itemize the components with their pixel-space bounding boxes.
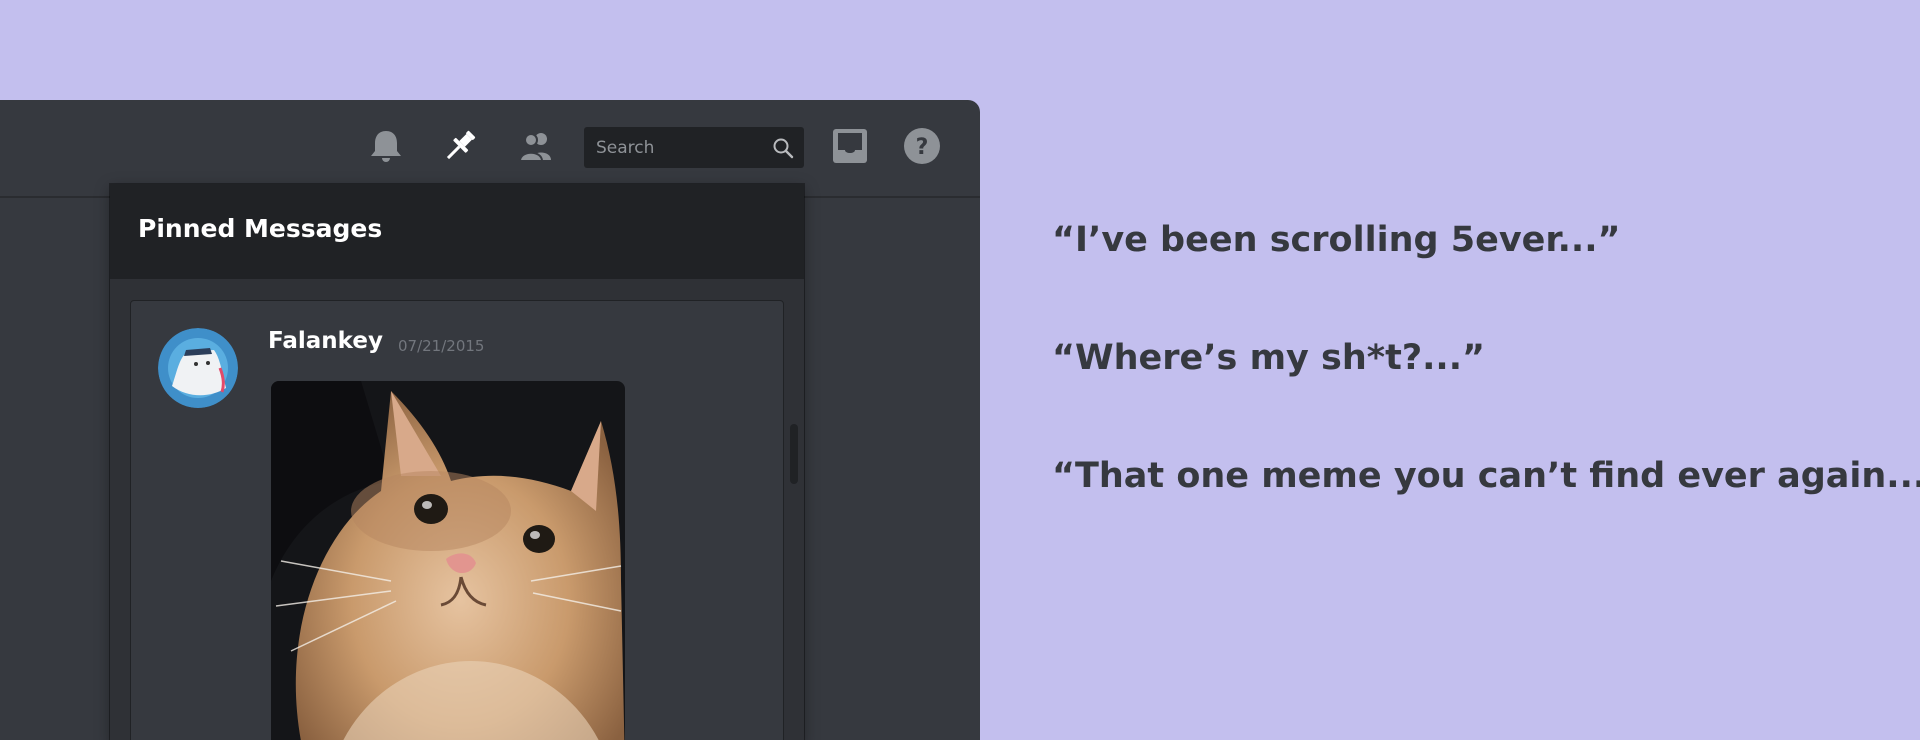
scrollbar-thumb[interactable] — [790, 424, 798, 484]
pinned-header: Pinned Messages — [110, 184, 804, 279]
search-box[interactable] — [584, 127, 804, 168]
search-input[interactable] — [584, 127, 764, 168]
app-window: ? Pinned Messages Falankey 07/21/2015 — [0, 100, 980, 740]
pinned-message[interactable]: Falankey 07/21/2015 — [130, 300, 784, 740]
message-timestamp: 07/21/2015 — [398, 337, 485, 355]
cat-photo[interactable] — [271, 381, 625, 740]
message-author[interactable]: Falankey — [268, 328, 383, 354]
pinned-messages-popout: Pinned Messages Falankey 07/21/2015 — [110, 184, 804, 740]
pinned-title: Pinned Messages — [138, 214, 383, 243]
search-icon[interactable] — [772, 137, 794, 159]
help-icon[interactable]: ? — [902, 126, 942, 166]
bell-icon[interactable] — [366, 126, 406, 166]
avatar-icon[interactable] — [158, 328, 238, 408]
pin-icon[interactable] — [440, 126, 480, 166]
quote-1: “I’ve been scrolling 5ever...” — [1052, 220, 1621, 260]
quote-3: “That one meme you can’t find ever again… — [1052, 456, 1920, 496]
svg-text:?: ? — [916, 135, 929, 160]
members-icon[interactable] — [516, 126, 556, 166]
inbox-icon[interactable] — [830, 126, 870, 166]
quote-2: “Where’s my sh*t?...” — [1052, 338, 1486, 378]
